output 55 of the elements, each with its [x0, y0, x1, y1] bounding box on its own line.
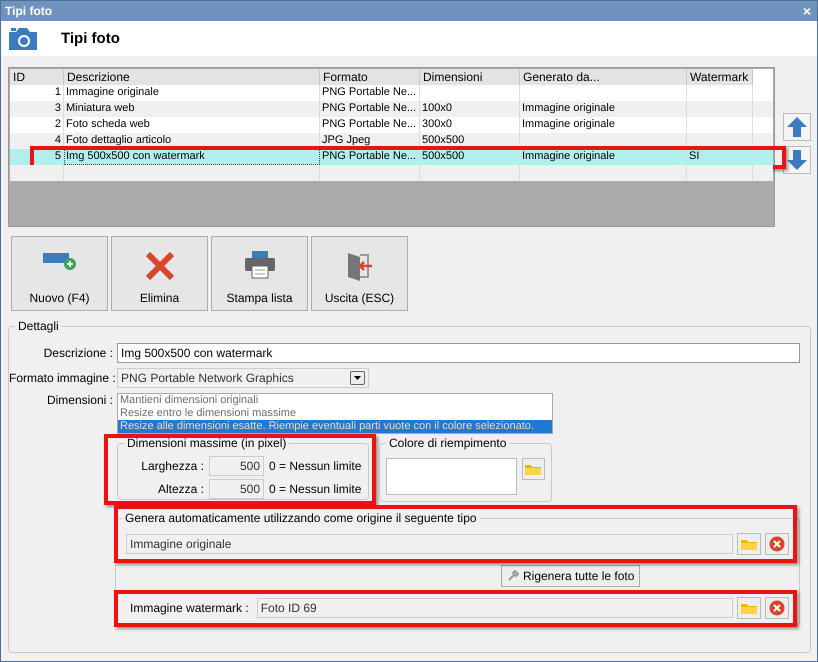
- page-title: Tipi foto: [61, 30, 120, 47]
- column-header[interactable]: Dimensioni: [420, 69, 520, 86]
- move-up-button[interactable]: [783, 113, 811, 141]
- toolbar-button[interactable]: Nuovo (F4): [11, 236, 108, 311]
- arrow-down-icon: [786, 149, 808, 171]
- table-cell: 500x500: [420, 133, 520, 149]
- folder-icon: [741, 602, 757, 614]
- field-label: Formato immagine :: [9, 371, 117, 385]
- field-label: Dimensioni :: [46, 393, 114, 407]
- table-row[interactable]: 3 Miniatura web PNG Portable Ne... 100x0 Immagine originale: [10, 101, 773, 117]
- arrow-up-icon: [786, 116, 808, 138]
- close-icon: [144, 251, 174, 281]
- group-title: Colore di riempimento: [386, 436, 510, 450]
- clear-button[interactable]: [765, 533, 789, 555]
- field-label: Altezza :: [156, 482, 204, 496]
- table-cell: Foto dettaglio articolo: [64, 133, 320, 149]
- group-title: Genera automaticamente utilizzando come origine il seguente tipo: [122, 511, 480, 525]
- move-down-button[interactable]: [783, 146, 811, 174]
- toolbar-button[interactable]: Stampa lista: [211, 236, 308, 311]
- clear-icon: [769, 536, 785, 552]
- clear-button[interactable]: [765, 597, 789, 619]
- field-label: Descrizione :: [42, 346, 114, 360]
- hint-text: 0 = Nessun limite: [269, 482, 362, 496]
- regenerate-button[interactable]: Rigenera tutte le foto: [501, 565, 640, 587]
- printer-icon: [244, 251, 274, 279]
- clear-icon: [769, 600, 785, 616]
- number-field[interactable]: 500: [209, 479, 264, 499]
- column-header[interactable]: Watermark: [687, 69, 753, 86]
- wrench-icon: [507, 570, 519, 582]
- list-option[interactable]: Resize entro le dimensioni massime: [118, 407, 552, 420]
- table-row[interactable]: 1 Immagine originale PNG Portable Ne...: [10, 85, 773, 101]
- group-title: Dettagli: [15, 319, 62, 333]
- hint-text: 0 = Nessun limite: [269, 459, 362, 473]
- watermark-field[interactable]: Foto ID 69: [256, 598, 733, 618]
- folder-icon: [525, 463, 542, 475]
- folder-icon: [741, 538, 757, 550]
- column-header[interactable]: Generato da...: [520, 69, 687, 86]
- list-option[interactable]: Mantieni dimensioni originali: [118, 394, 552, 407]
- table-row[interactable]: 5 Img 500x500 con watermark PNG Portable Ne... 500x500 Immagine originale SI: [10, 149, 773, 165]
- exit-door-icon: [346, 251, 374, 281]
- table-row[interactable]: 2 Foto scheda web PNG Portable Ne... 300x0 Immagine originale: [10, 117, 773, 133]
- column-header[interactable]: ID: [10, 69, 64, 86]
- source-field[interactable]: Immagine originale: [126, 534, 733, 554]
- toolbar-button[interactable]: Elimina: [111, 236, 208, 311]
- column-header[interactable]: Descrizione: [64, 69, 320, 86]
- table-cell: JPG Jpeg: [320, 133, 420, 149]
- column-header[interactable]: Formato: [320, 69, 420, 86]
- camera-icon: [7, 26, 39, 52]
- new-item-icon: [42, 251, 76, 271]
- field-label: Larghezza :: [140, 459, 204, 473]
- toolbar-button[interactable]: Uscita (ESC): [311, 236, 408, 311]
- number-field[interactable]: 500: [209, 456, 264, 476]
- description-field[interactable]: Img 500x500 con watermark: [117, 343, 800, 363]
- window-title: Tipi foto: [5, 4, 52, 18]
- field-label: Immagine watermark :: [129, 601, 250, 615]
